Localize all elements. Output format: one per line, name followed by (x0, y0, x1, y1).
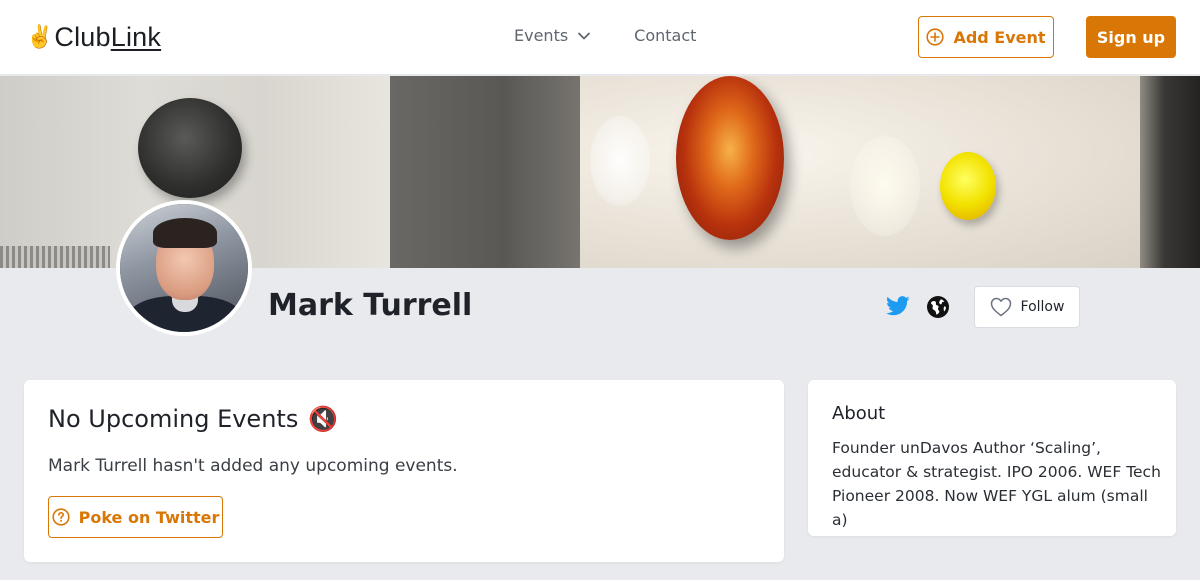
question-circle-icon (52, 508, 70, 526)
profile-name: Mark Turrell (268, 288, 473, 323)
about-card: About Founder unDavos Author ‘Scaling’, … (808, 380, 1176, 536)
cover-light-glow (590, 116, 650, 206)
plus-circle-icon (926, 28, 945, 46)
top-navbar: ✌️ ClubLink Events Contact Add Event Sig… (0, 0, 1200, 75)
follow-label: Follow (1020, 299, 1065, 315)
cover-dark-panel (390, 76, 580, 268)
poke-on-twitter-label: Poke on Twitter (78, 507, 220, 527)
logo-text-link: Link (110, 22, 162, 52)
no-events-message: Mark Turrell hasn't added any upcoming e… (48, 456, 458, 476)
cover-black-disc (138, 98, 242, 198)
muted-speaker-icon: 🔇 (308, 405, 339, 433)
chevron-down-icon (578, 32, 591, 39)
cover-yellow-disc (940, 152, 996, 220)
upcoming-events-title: No Upcoming Events (48, 405, 299, 433)
twitter-icon[interactable] (886, 295, 910, 317)
nav-events-dropdown[interactable]: Events (514, 26, 591, 45)
main-nav: Events Contact (514, 26, 696, 45)
upcoming-events-card: No Upcoming Events 🔇 Mark Turrell hasn't… (24, 380, 784, 562)
logo-text-club: Club (54, 22, 111, 52)
follow-button[interactable]: Follow (974, 286, 1080, 328)
sign-up-button[interactable]: Sign up (1086, 16, 1176, 58)
nav-contact-link[interactable]: Contact (634, 26, 696, 45)
add-event-label: Add Event (953, 27, 1046, 47)
victory-hand-icon: ✌️ (26, 24, 54, 50)
avatar-hair (153, 218, 217, 248)
globe-icon[interactable] (926, 295, 950, 319)
upcoming-events-heading: No Upcoming Events 🔇 (48, 405, 338, 433)
add-event-button[interactable]: Add Event (918, 16, 1054, 58)
logo-wordmark: ClubLink (54, 22, 161, 53)
about-bio: Founder unDavos Author ‘Scaling’, educat… (832, 439, 1161, 529)
sign-up-label: Sign up (1096, 27, 1166, 47)
profile-avatar (116, 200, 252, 336)
cover-orange-disc (676, 76, 784, 240)
clublink-logo[interactable]: ✌️ ClubLink (26, 22, 161, 53)
about-heading: About (832, 403, 886, 424)
nav-events-label: Events (514, 26, 569, 45)
cover-wall-panel (265, 76, 395, 268)
cover-light-glow (850, 136, 920, 236)
poke-on-twitter-button[interactable]: Poke on Twitter (48, 496, 223, 538)
cover-dark-edge (1140, 76, 1200, 268)
cover-vent (0, 246, 110, 268)
heart-icon (990, 297, 1011, 317)
